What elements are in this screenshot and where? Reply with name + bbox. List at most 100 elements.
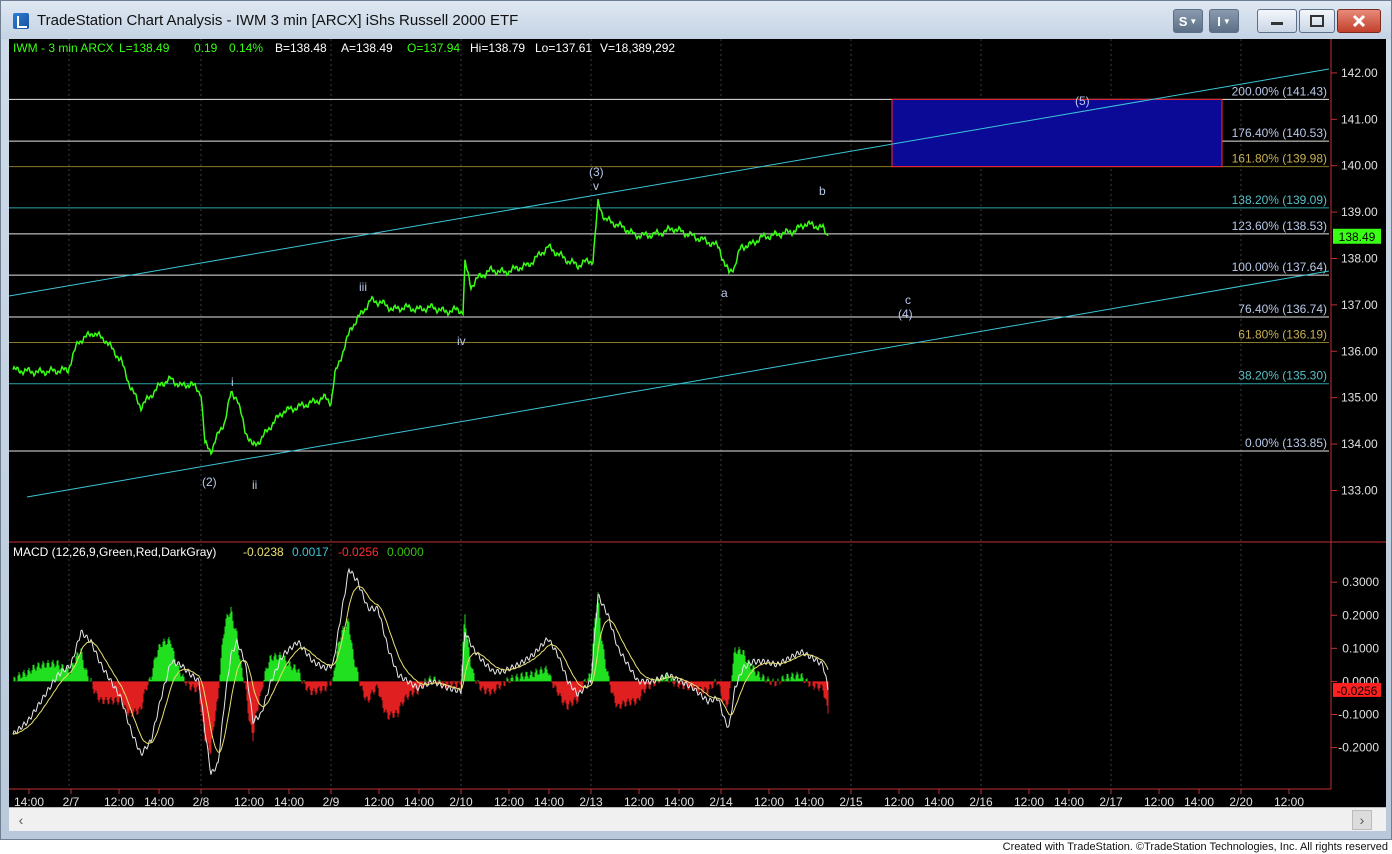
price-tick-label: 136.00 — [1341, 344, 1378, 358]
macd-histogram — [13, 592, 829, 755]
last-price-label: 138.49 — [1339, 230, 1376, 244]
last-price-marker: 138.49 — [1333, 228, 1381, 244]
macd-tick-label: -0.1000 — [1338, 708, 1379, 722]
time-tick-label: 12:00 — [494, 795, 524, 807]
header-volume: V=18,389,292 — [600, 41, 675, 55]
fib-level-label: 200.00% (141.43) — [1232, 84, 1327, 98]
copyright-footer: Created with TradeStation. ©TradeStation… — [1002, 841, 1388, 853]
header-ask: A=138.49 — [341, 41, 393, 55]
macd-line — [12, 567, 829, 775]
wave-label-c: c — [905, 293, 911, 307]
time-tick-label: 14:00 — [404, 795, 434, 807]
time-tick-label: 2/17 — [1099, 795, 1123, 807]
wave-label-3: (3) — [589, 165, 604, 179]
header-open: O=137.94 — [407, 41, 460, 55]
price-tick-label: 135.00 — [1341, 391, 1378, 405]
indicator-i-label: I — [1217, 13, 1221, 29]
time-tick-label: 12:00 — [104, 795, 134, 807]
macd-last-marker: -0.0256 — [1333, 682, 1381, 698]
fib-level-label: 76.40% (136.74) — [1238, 302, 1327, 316]
dropdown-arrow-icon: ▼ — [1189, 16, 1198, 26]
time-tick-label: 14:00 — [534, 795, 564, 807]
minimize-icon — [1271, 22, 1283, 25]
chart-canvas[interactable]: 200.00% (141.43) 176.40% (140.53) 161.80% … — [9, 39, 1386, 807]
time-tick-label: 14:00 — [14, 795, 44, 807]
header-low: Lo=137.61 — [535, 41, 592, 55]
time-tick-label: 12:00 — [754, 795, 784, 807]
macd-tick-label: -0.2000 — [1338, 741, 1379, 755]
chart-window: TradeStation Chart Analysis - IWM 3 min … — [0, 0, 1392, 840]
maximize-button[interactable] — [1299, 9, 1335, 33]
time-tick-label: 12:00 — [234, 795, 264, 807]
time-tick-label: 14:00 — [794, 795, 824, 807]
header-symbol: IWM - 3 min ARCX — [13, 41, 114, 55]
header-last: L=138.49 — [119, 41, 170, 55]
price-tick-label: 141.00 — [1341, 112, 1378, 126]
fib-level-label: 138.20% (139.09) — [1232, 193, 1327, 207]
price-tick-label: 138.00 — [1341, 251, 1378, 265]
time-tick-label: 2/15 — [839, 795, 863, 807]
price-tick-label: 134.00 — [1341, 437, 1378, 451]
scroll-right-icon[interactable]: › — [1352, 810, 1372, 830]
minimize-button[interactable] — [1257, 9, 1297, 33]
time-tick-label: 2/13 — [579, 795, 603, 807]
macd-label: MACD (12,26,9,Green,Red,DarkGray) — [13, 545, 216, 559]
time-tick-label: 12:00 — [1014, 795, 1044, 807]
dropdown-arrow-icon: ▼ — [1222, 16, 1231, 26]
macd-last-label: -0.0256 — [1337, 684, 1378, 698]
wave-label-a: a — [721, 286, 728, 300]
macd-header: MACD (12,26,9,Green,Red,DarkGray) -0.023… — [13, 545, 424, 559]
time-tick-label: 14:00 — [1184, 795, 1214, 807]
price-tick-label: 142.00 — [1341, 66, 1378, 80]
title-bar[interactable]: TradeStation Chart Analysis - IWM 3 min … — [1, 1, 1391, 39]
macd-value-3: -0.0256 — [338, 545, 379, 559]
fib-level-label: 0.00% (133.85) — [1245, 436, 1327, 450]
macd-value-2: 0.0017 — [292, 545, 329, 559]
wave-label-i: i — [231, 375, 234, 389]
chart-area[interactable]: 200.00% (141.43) 176.40% (140.53) 161.80% … — [9, 39, 1386, 807]
time-tick-label: 2/9 — [323, 795, 340, 807]
symbol-s-label: S — [1178, 13, 1188, 29]
wave-label-v: v — [593, 179, 599, 193]
time-tick-label: 2/16 — [969, 795, 993, 807]
header-high: Hi=138.79 — [470, 41, 525, 55]
fib-level-label: 100.00% (137.64) — [1232, 260, 1327, 274]
time-tick-label: 2/14 — [709, 795, 733, 807]
maximize-icon — [1310, 15, 1324, 27]
upper-trend-line — [9, 68, 1330, 297]
horizontal-scrollbar[interactable]: ‹ › — [9, 807, 1386, 831]
time-tick-label: 12:00 — [624, 795, 654, 807]
time-tick-label: 12:00 — [884, 795, 914, 807]
price-tick-label: 137.00 — [1341, 298, 1378, 312]
scroll-left-icon[interactable]: ‹ — [11, 810, 31, 830]
window-title: TradeStation Chart Analysis - IWM 3 min … — [37, 12, 519, 29]
tradestation-app-icon — [13, 13, 29, 29]
time-tick-label: 2/7 — [63, 795, 80, 807]
price-tick-label: 133.00 — [1341, 483, 1378, 497]
macd-axis[interactable]: 0.30000.20000.10000.0000-0.1000-0.2000 — [1330, 544, 1379, 789]
symbol-s-button[interactable]: S ▼ — [1173, 9, 1203, 33]
macd-value-4: 0.0000 — [387, 545, 424, 559]
price-header: IWM - 3 min ARCX L=138.49 0.19 0.14% B=1… — [13, 41, 675, 55]
macd-tick-label: 0.3000 — [1342, 575, 1379, 589]
time-tick-label: 14:00 — [1054, 795, 1084, 807]
time-tick-label: 2/8 — [193, 795, 210, 807]
wave-label-5: (5) — [1075, 94, 1090, 108]
fib-level-label: 161.80% (139.98) — [1232, 152, 1327, 166]
header-change: 0.19 — [194, 41, 218, 55]
time-tick-label: 14:00 — [144, 795, 174, 807]
target-zone-box — [891, 98, 1223, 168]
macd-tick-label: 0.2000 — [1342, 608, 1379, 622]
macd-value-1: -0.0238 — [243, 545, 284, 559]
macd-tick-label: 0.1000 — [1342, 641, 1379, 655]
header-pct: 0.14% — [229, 41, 263, 55]
fib-level-label: 176.40% (140.53) — [1232, 126, 1327, 140]
wave-label-iv: iv — [457, 334, 466, 348]
time-tick-label: 12:00 — [1274, 795, 1304, 807]
wave-label-ii: ii — [252, 478, 257, 492]
time-axis[interactable]: 14:00 2/7 12:00 14:00 2/8 12:00 14:00 2/9 12:00 1… — [9, 788, 1331, 807]
wave-label-b: b — [819, 184, 826, 198]
indicator-i-button[interactable]: I ▼ — [1209, 9, 1239, 33]
close-button[interactable] — [1337, 9, 1381, 33]
time-tick-label: 12:00 — [364, 795, 394, 807]
